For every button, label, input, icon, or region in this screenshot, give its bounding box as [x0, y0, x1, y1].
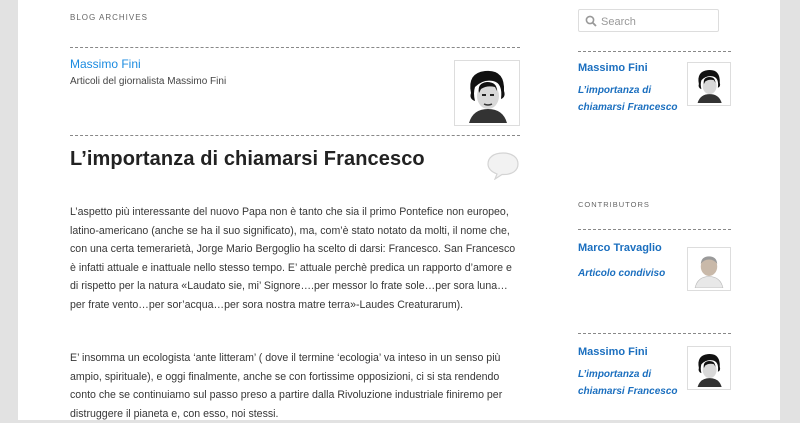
post-paragraph: E’ insomma un ecologista ‘ante litteram’… [70, 352, 503, 420]
divider [578, 333, 731, 334]
sidebar-author-link[interactable]: Marco Travaglio [578, 242, 662, 254]
sidebar-author-link[interactable]: Massimo Fini [578, 62, 648, 74]
sidebar-avatar[interactable] [687, 346, 731, 390]
sidebar-avatar[interactable] [687, 62, 731, 106]
portrait-image [690, 250, 728, 289]
contributors-label: CONTRIBUTORS [578, 200, 650, 209]
sidebar-entry: Massimo Fini L’importanza di chiamarsi F… [578, 62, 731, 122]
author-block: Massimo Fini Articoli del giornalista Ma… [70, 55, 520, 127]
search-input[interactable] [599, 12, 718, 31]
comment-bubble-icon[interactable] [486, 150, 520, 181]
post-title[interactable]: L’importanza di chiamarsi Francesco [70, 148, 425, 171]
sidebar-entry: Marco Travaglio Articolo condiviso [578, 242, 731, 302]
post-paragraph: L’aspetto più interessante del nuovo Pap… [70, 206, 516, 311]
search-icon [585, 15, 597, 27]
sidebar-entry: Massimo Fini L’importanza di chiamarsi F… [578, 346, 731, 406]
sidebar-post-link[interactable]: L’importanza di chiamarsi Francesco [578, 82, 688, 116]
author-avatar[interactable] [454, 60, 520, 126]
portrait-image [690, 349, 728, 387]
divider [70, 135, 520, 136]
sidebar-author-link[interactable]: Massimo Fini [578, 346, 648, 358]
archive-label: BLOG ARCHIVES [70, 13, 148, 22]
author-description: Articoli del giornalista Massimo Fini [70, 76, 227, 87]
divider [578, 229, 731, 230]
page: BLOG ARCHIVES Massimo Fini Articoli del … [18, 0, 780, 420]
portrait-image [690, 65, 728, 103]
sidebar-avatar[interactable] [687, 247, 731, 291]
sidebar-post-link[interactable]: L’importanza di chiamarsi Francesco [578, 366, 688, 400]
search-box[interactable] [578, 9, 719, 32]
divider [70, 47, 520, 48]
sidebar-post-link[interactable]: Articolo condiviso [578, 265, 688, 282]
divider [578, 51, 731, 52]
author-name-link[interactable]: Massimo Fini [70, 57, 141, 71]
portrait-image [457, 63, 517, 123]
